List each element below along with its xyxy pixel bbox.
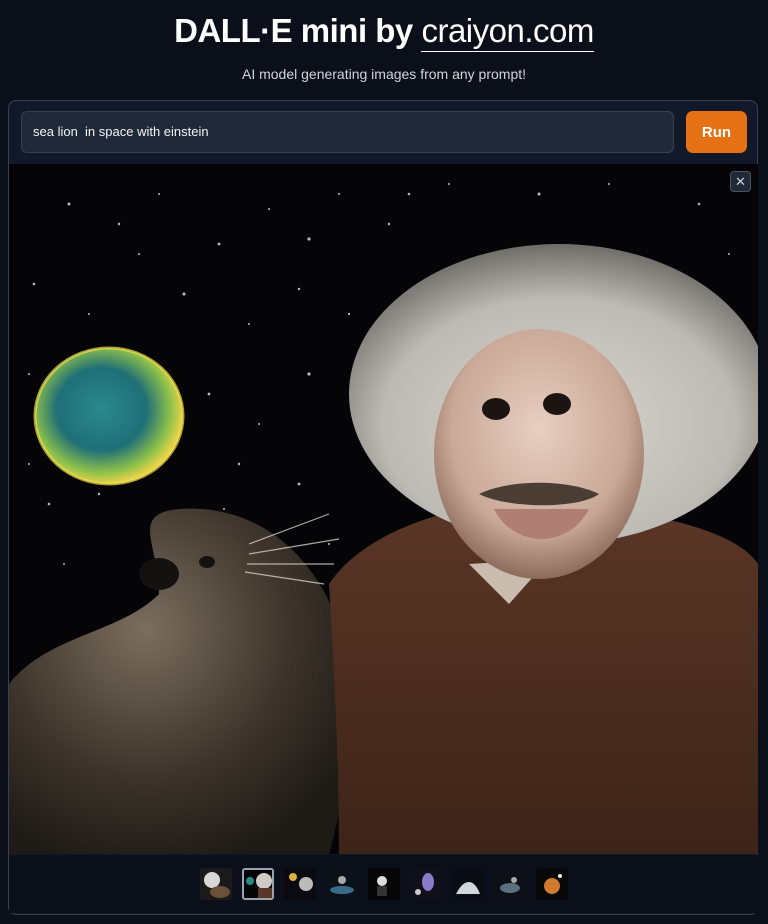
generated-image[interactable] bbox=[9, 164, 758, 854]
thumbnail-2[interactable] bbox=[242, 868, 274, 900]
thumbnail-1[interactable] bbox=[200, 868, 232, 900]
craiyon-link[interactable]: craiyon.com bbox=[421, 12, 594, 52]
generated-image-art bbox=[9, 164, 758, 854]
close-button[interactable]: ✕ bbox=[730, 171, 751, 192]
thumbnail-8[interactable] bbox=[494, 868, 526, 900]
thumbnail-9[interactable] bbox=[536, 868, 568, 900]
page-subtitle: AI model generating images from any prom… bbox=[241, 66, 527, 82]
thumbnail-strip bbox=[9, 855, 758, 913]
prompt-input[interactable]: sea lion in space with einstein bbox=[21, 111, 674, 153]
thumbnail-7[interactable] bbox=[452, 868, 484, 900]
page-title: DALL·E mini by craiyon.com bbox=[0, 12, 768, 52]
title-prefix: DALL·E mini by bbox=[174, 12, 413, 49]
thumbnail-6[interactable] bbox=[410, 868, 442, 900]
thumbnail-3[interactable] bbox=[284, 868, 316, 900]
thumbnail-4[interactable] bbox=[326, 868, 358, 900]
thumbnail-5[interactable] bbox=[368, 868, 400, 900]
run-button[interactable]: Run bbox=[686, 111, 747, 153]
